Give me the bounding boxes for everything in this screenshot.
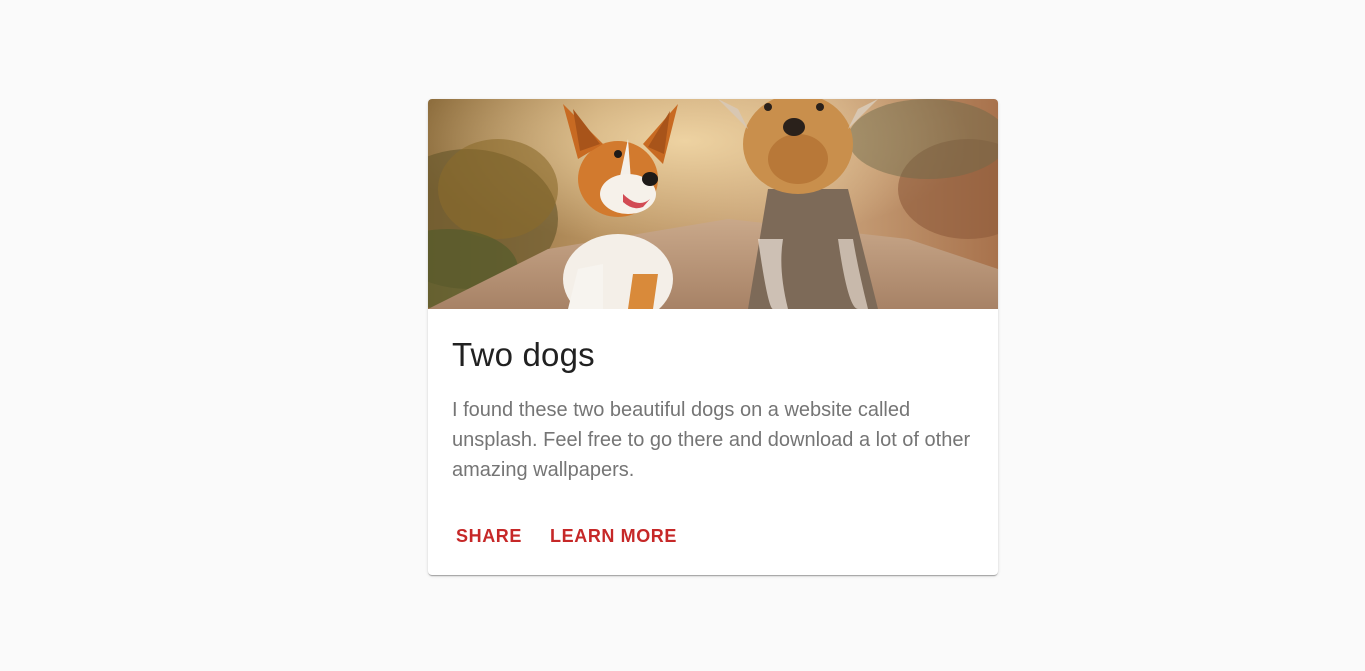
- card-actions: SHARE LEARN MORE: [444, 514, 689, 559]
- card-title: Two dogs: [452, 336, 595, 373]
- card-content: Two dogs I found these two beautiful dog…: [428, 309, 998, 485]
- dogs-photo-illustration: [428, 99, 998, 309]
- share-button[interactable]: SHARE: [444, 514, 534, 559]
- content-card: Two dogs I found these two beautiful dog…: [428, 99, 998, 575]
- learn-more-button[interactable]: LEARN MORE: [538, 514, 689, 559]
- card-image[interactable]: [428, 99, 998, 309]
- card-description: I found these two beautiful dogs on a we…: [452, 399, 971, 481]
